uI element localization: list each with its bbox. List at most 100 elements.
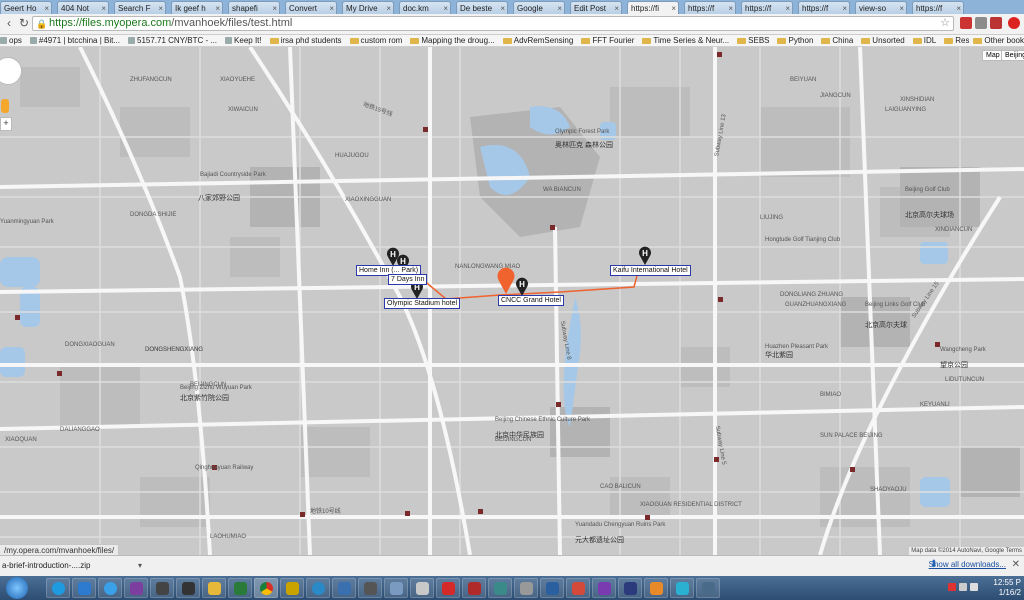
browser-tab[interactable]: https://f × [912,1,964,14]
bookmark-item[interactable]: AdvRemSensing [502,35,573,46]
bookmark-item[interactable]: China [821,35,853,46]
taskbar-app[interactable] [540,578,564,598]
taskbar-skype[interactable] [46,578,70,598]
extension-icon[interactable] [990,17,1002,29]
browser-tab[interactable]: doc.km × [399,1,451,14]
bookmark-item[interactable]: Mapping the droug... [410,35,495,46]
taskbar-app[interactable] [488,578,512,598]
browser-tab[interactable]: My Drive × [342,1,394,14]
location-pin-icon[interactable] [496,266,516,297]
bookmark-item[interactable]: irsa phd students [269,35,342,46]
close-icon[interactable]: × [728,2,733,14]
browser-tab[interactable]: Search F × [114,1,166,14]
close-icon[interactable]: × [671,2,676,14]
taskbar-explorer[interactable] [202,578,226,598]
taskbar-acrobat[interactable] [436,578,460,598]
taskbar-idl[interactable] [150,578,174,598]
browser-tab[interactable]: shapefi × [228,1,280,14]
back-icon[interactable]: ‹ [2,16,16,30]
bookmark-item[interactable]: Keep It! [225,35,262,46]
map-type-area-button[interactable]: Beijing [1001,50,1024,61]
taskbar-chrome[interactable] [254,578,278,598]
taskbar-app[interactable] [358,578,382,598]
taskbar-app[interactable] [72,578,96,598]
show-all-downloads-link[interactable]: Show all downloads... [929,560,1006,569]
browser-tab[interactable]: Geert Ho × [0,1,52,14]
other-bookmarks[interactable]: Other book [969,35,1024,46]
hotel-marker-glyph: H [519,280,525,289]
browser-tab[interactable]: https://f × [798,1,850,14]
taskbar-app[interactable] [696,578,720,598]
close-icon[interactable]: × [842,2,847,14]
browser-tab[interactable]: Convert × [285,1,337,14]
close-icon[interactable]: × [500,2,505,14]
close-icon[interactable]: ✕ [1012,559,1020,570]
taskbar-app[interactable] [644,578,668,598]
bookmark-item[interactable]: Python [777,35,813,46]
browser-tab[interactable]: https://f × [741,1,793,14]
volume-icon[interactable] [970,583,978,591]
bookmark-item[interactable]: Time Series & Neur... [642,35,729,46]
close-icon[interactable]: × [215,2,220,14]
place-label: SHAOYAOJU [870,487,907,493]
taskbar-media[interactable] [176,578,200,598]
map-canvas[interactable]: + Map Beijing ZHUFANGCUN XIAOYUEHE XIWAICU… [0,47,1024,555]
close-icon[interactable]: × [272,2,277,14]
taskbar-ie[interactable] [98,578,122,598]
taskbar-app[interactable] [410,578,434,598]
reload-icon[interactable]: ↻ [17,16,31,30]
bookmark-item[interactable]: Unsorted [861,35,905,46]
taskbar-app[interactable] [592,578,616,598]
bookmark-item[interactable]: custom rom [349,35,402,46]
bookmark-star-icon[interactable]: ☆ [940,17,950,30]
close-icon[interactable]: × [329,2,334,14]
close-icon[interactable]: × [443,2,448,14]
close-icon[interactable]: × [557,2,562,14]
bookmark-item[interactable]: #4971 | btcchina | Bit... [29,35,120,46]
close-icon[interactable]: × [386,2,391,14]
browser-tab[interactable]: Google × [513,1,565,14]
close-icon[interactable]: × [899,2,904,14]
street-view-pegman-icon[interactable] [1,99,9,113]
bookmark-item[interactable]: SEBS [737,35,769,46]
close-icon[interactable]: × [956,2,961,14]
zoom-in-button[interactable]: + [0,117,12,131]
taskbar-onenote[interactable] [124,578,148,598]
taskbar-app[interactable] [332,578,356,598]
browser-tab[interactable]: https://fi × [627,1,679,14]
taskbar-app[interactable] [618,578,642,598]
taskbar-app[interactable] [384,578,408,598]
taskbar-search[interactable] [306,578,330,598]
close-icon[interactable]: × [614,2,619,14]
clock[interactable]: 12:55 P 1/16/2 [993,578,1021,598]
taskbar-app[interactable] [228,578,252,598]
address-bar[interactable]: 🔒 https://files.myopera.com/mvanhoek/fil… [32,16,954,31]
browser-tab[interactable]: view-so × [855,1,907,14]
taskbar-app[interactable] [462,578,486,598]
close-icon[interactable]: × [158,2,163,14]
browser-tab[interactable]: Ik geef h × [171,1,223,14]
taskbar-app[interactable] [670,578,694,598]
tray-icon[interactable] [948,583,956,591]
close-icon[interactable]: × [44,2,49,14]
browser-tab[interactable]: https://f × [684,1,736,14]
browser-tab[interactable]: Edit Post × [570,1,622,14]
taskbar-gmail[interactable] [566,578,590,598]
start-button[interactable] [6,577,28,599]
opera-icon[interactable] [1008,17,1020,29]
bookmark-item[interactable]: 5157.71 CNY/BTC - ... [128,35,217,46]
network-icon[interactable] [959,583,967,591]
taskbar-app[interactable] [280,578,304,598]
browser-tab[interactable]: De beste × [456,1,508,14]
bookmark-item[interactable]: ops [0,35,22,46]
chevron-down-icon[interactable]: ▾ [138,558,142,573]
bookmark-item[interactable]: IDL [912,35,936,46]
bookmark-item[interactable]: FFT Fourier [581,35,634,46]
browser-tab[interactable]: 404 Not × [57,1,109,14]
extension-icon[interactable] [960,17,972,29]
extension-icon[interactable] [975,17,987,29]
close-icon[interactable]: × [101,2,106,14]
close-icon[interactable]: × [785,2,790,14]
taskbar-app[interactable] [514,578,538,598]
download-item[interactable]: a-brief-introduction-....zip ▾ [2,558,142,573]
